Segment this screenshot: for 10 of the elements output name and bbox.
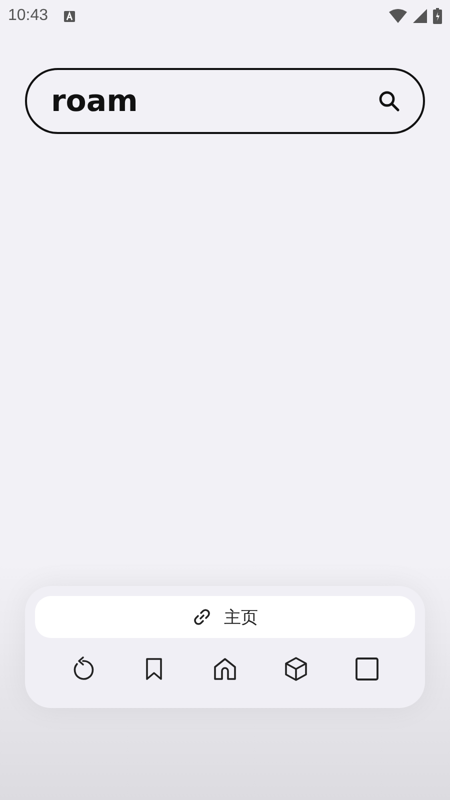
link-icon (192, 607, 212, 627)
signal-icon (413, 9, 427, 23)
address-label: 主页 (224, 606, 258, 628)
wifi-icon (389, 9, 407, 23)
battery-icon (433, 8, 442, 24)
notification-icon (64, 10, 76, 22)
status-time: 10:43 (8, 7, 48, 25)
search-icon[interactable] (377, 89, 401, 113)
address-bar[interactable]: 主页 (35, 596, 415, 638)
search-field[interactable]: roam (25, 68, 425, 134)
